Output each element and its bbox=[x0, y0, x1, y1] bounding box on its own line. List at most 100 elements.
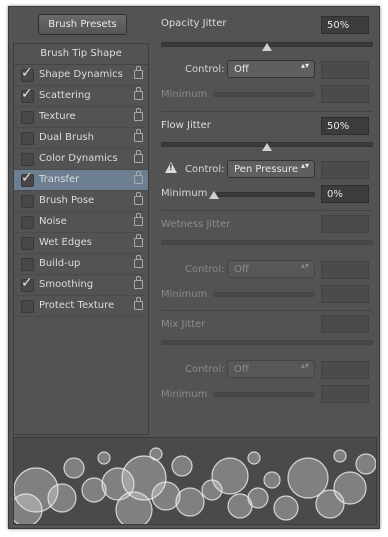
lock-icon[interactable] bbox=[134, 213, 143, 226]
checkbox[interactable]: ✓ bbox=[21, 275, 34, 292]
opacity-jitter-thumb[interactable] bbox=[262, 43, 272, 51]
section-divider bbox=[161, 210, 373, 211]
checkbox[interactable] bbox=[21, 111, 34, 124]
flow-minimum-value[interactable]: 0% bbox=[321, 185, 369, 203]
wetness-minimum-slider bbox=[213, 292, 315, 297]
dropdown-arrows-icon: ▴▾ bbox=[300, 161, 309, 170]
brush-presets-button[interactable]: Brush Presets bbox=[38, 14, 127, 35]
opacity-jitter-label: Opacity Jitter bbox=[161, 18, 227, 29]
sidebar-item-label: Dual Brush bbox=[39, 132, 94, 143]
sidebar-item[interactable]: ✓ Shape Dynamics bbox=[14, 65, 148, 86]
flow-control-dropdown[interactable]: Pen Pressure ▴▾ bbox=[227, 160, 315, 178]
lock-icon[interactable] bbox=[134, 297, 143, 310]
checkbox[interactable] bbox=[21, 300, 34, 313]
checkmark-icon: ✓ bbox=[21, 275, 33, 291]
flow-minimum-label: Minimum bbox=[161, 188, 208, 199]
opacity-jitter-slider[interactable] bbox=[161, 42, 373, 51]
checkbox[interactable]: ✓ bbox=[21, 86, 34, 103]
wetness-control-value: Off bbox=[234, 264, 249, 275]
lock-icon[interactable] bbox=[134, 87, 143, 100]
sidebar-item[interactable]: Color Dynamics bbox=[14, 149, 148, 170]
sidebar-item-label: Protect Texture bbox=[39, 300, 115, 311]
wetness-control-dropdown: Off ▴▾ bbox=[227, 260, 315, 278]
sidebar-item-label: Texture bbox=[39, 111, 76, 122]
lock-icon[interactable] bbox=[134, 171, 143, 184]
section-divider bbox=[161, 310, 373, 311]
opacity-minimum-label: Minimum bbox=[161, 89, 208, 100]
sidebar-item[interactable]: Build-up bbox=[14, 254, 148, 275]
flow-control-label: Control: bbox=[185, 164, 225, 175]
checkbox[interactable] bbox=[21, 153, 34, 166]
checkmark-icon: ✓ bbox=[21, 65, 33, 81]
sidebar-item[interactable]: ✓ Smoothing bbox=[14, 275, 148, 296]
opacity-control-value: Off bbox=[234, 64, 249, 75]
sidebar-item-label: Color Dynamics bbox=[39, 153, 118, 164]
mix-jitter-slider bbox=[161, 340, 373, 345]
sidebar-item[interactable]: Wet Edges bbox=[14, 233, 148, 254]
brush-panel: Brush Presets Brush Tip Shape ✓ Shape Dyn… bbox=[8, 6, 380, 529]
sidebar-item[interactable]: Dual Brush bbox=[14, 128, 148, 149]
checkbox[interactable] bbox=[21, 258, 34, 271]
mix-jitter-label: Mix Jitter bbox=[161, 319, 206, 330]
wetness-jitter-label: Wetness Jitter bbox=[161, 219, 231, 230]
checkbox[interactable] bbox=[21, 195, 34, 208]
mix-minimum-slider bbox=[213, 392, 315, 397]
sidebar-item-label: Smoothing bbox=[39, 279, 94, 290]
flow-jitter-label: Flow Jitter bbox=[161, 120, 211, 131]
dropdown-arrows-icon: ▴▾ bbox=[300, 61, 309, 70]
lock-icon[interactable] bbox=[134, 192, 143, 205]
checkmark-icon: ✓ bbox=[21, 86, 33, 102]
sidebar-item[interactable]: Brush Pose bbox=[14, 191, 148, 212]
sidebar-item-label: Transfer bbox=[39, 174, 80, 185]
lock-icon[interactable] bbox=[134, 129, 143, 142]
brush-tip-shape-item[interactable]: Brush Tip Shape bbox=[14, 44, 148, 65]
lock-icon[interactable] bbox=[134, 255, 143, 268]
flow-jitter-slider[interactable] bbox=[161, 142, 373, 151]
sidebar-item-label: Brush Pose bbox=[39, 195, 95, 206]
brush-settings-list: Brush Tip Shape ✓ Shape Dynamics ✓ Scatteri… bbox=[13, 43, 149, 435]
wetness-control-label: Control: bbox=[185, 264, 225, 275]
opacity-control-extra-field bbox=[321, 61, 369, 79]
flow-control-extra-field bbox=[321, 161, 369, 179]
wetness-minimum-label: Minimum bbox=[161, 289, 208, 300]
checkbox[interactable]: ✓ bbox=[21, 65, 34, 82]
lock-icon[interactable] bbox=[134, 150, 143, 163]
lock-icon[interactable] bbox=[134, 234, 143, 247]
checkbox[interactable] bbox=[21, 237, 34, 250]
opacity-control-dropdown[interactable]: Off ▴▾ bbox=[227, 60, 315, 78]
checkbox[interactable]: ✓ bbox=[21, 171, 34, 187]
dropdown-arrows-icon: ▴▾ bbox=[300, 361, 309, 370]
flow-minimum-thumb[interactable] bbox=[209, 191, 219, 199]
opacity-minimum-slider bbox=[213, 92, 315, 97]
flow-control-value: Pen Pressure bbox=[234, 164, 299, 175]
brush-stroke-preview bbox=[13, 437, 377, 525]
mix-control-dropdown: Off ▴▾ bbox=[227, 360, 315, 378]
section-divider bbox=[161, 111, 373, 112]
checkbox[interactable] bbox=[21, 132, 34, 145]
sidebar-item-label: Noise bbox=[39, 216, 67, 227]
sidebar-item-label: Scattering bbox=[39, 90, 91, 101]
lock-icon[interactable] bbox=[134, 276, 143, 289]
flow-minimum-slider[interactable] bbox=[209, 191, 315, 199]
sidebar-item-label: Build-up bbox=[39, 258, 81, 269]
wetness-minimum-value bbox=[321, 285, 369, 303]
sidebar-item[interactable]: Texture bbox=[14, 107, 148, 128]
mix-minimum-label: Minimum bbox=[161, 389, 208, 400]
warning-icon: ! bbox=[165, 162, 177, 173]
wetness-jitter-value bbox=[321, 215, 369, 233]
sidebar-item[interactable]: ✓ Transfer bbox=[14, 170, 148, 191]
sidebar-item[interactable]: Protect Texture bbox=[14, 296, 148, 317]
sidebar-item[interactable]: Noise bbox=[14, 212, 148, 233]
checkbox[interactable] bbox=[21, 216, 34, 229]
flow-jitter-value[interactable]: 50% bbox=[321, 117, 369, 135]
flow-jitter-thumb[interactable] bbox=[262, 143, 272, 151]
mix-control-value: Off bbox=[234, 364, 249, 375]
opacity-minimum-value bbox=[321, 85, 369, 103]
sidebar-item[interactable]: ✓ Scattering bbox=[14, 86, 148, 107]
lock-icon[interactable] bbox=[134, 108, 143, 121]
mix-control-extra-field bbox=[321, 361, 369, 379]
bokeh-stroke-preview bbox=[14, 447, 376, 524]
opacity-jitter-value[interactable]: 50% bbox=[321, 16, 369, 34]
sidebar-item-label: Wet Edges bbox=[39, 237, 92, 248]
lock-icon[interactable] bbox=[134, 66, 143, 79]
